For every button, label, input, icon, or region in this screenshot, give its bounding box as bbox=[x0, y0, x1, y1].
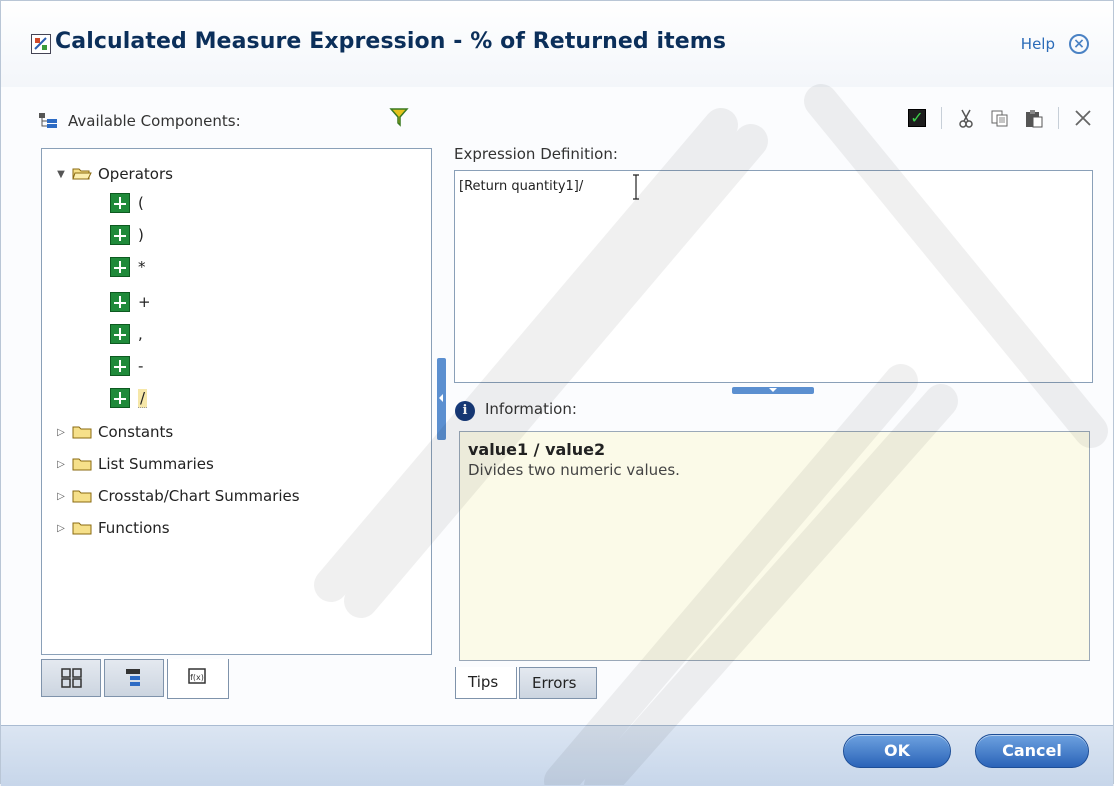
data-objects-icon bbox=[61, 668, 82, 688]
tab-hierarchy[interactable] bbox=[104, 659, 164, 697]
operator-icon bbox=[110, 225, 130, 245]
tree-item-close-paren[interactable]: ) bbox=[110, 222, 144, 248]
cut-icon[interactable] bbox=[956, 108, 976, 128]
svg-text:f(x): f(x) bbox=[190, 673, 204, 682]
components-tree: ▼ Operators ( ) * + , - / ▷ Constants ▷ … bbox=[41, 148, 432, 655]
operator-icon bbox=[110, 388, 130, 408]
function-signature: value1 / value2 bbox=[468, 440, 606, 459]
tab-functions[interactable]: f(x) bbox=[167, 659, 229, 699]
folder-icon bbox=[72, 521, 92, 535]
ok-button[interactable]: OK bbox=[843, 734, 951, 768]
paste-icon[interactable] bbox=[1024, 108, 1044, 128]
collapse-arrow-icon[interactable]: ▷ bbox=[54, 459, 68, 470]
components-tree-icon bbox=[38, 112, 58, 130]
tab-errors[interactable]: Errors bbox=[519, 667, 597, 699]
tree-node-label: Functions bbox=[98, 519, 170, 537]
information-label: Information: bbox=[485, 400, 577, 418]
function-description: Divides two numeric values. bbox=[468, 461, 680, 479]
tree-node-label: Constants bbox=[98, 423, 174, 441]
collapse-arrow-icon[interactable]: ▷ bbox=[54, 523, 68, 534]
filter-icon[interactable] bbox=[389, 107, 409, 127]
info-icon: i bbox=[455, 401, 475, 421]
folder-icon bbox=[72, 457, 92, 471]
operator-icon bbox=[110, 324, 130, 344]
expand-arrow-icon[interactable]: ▼ bbox=[54, 169, 68, 180]
expression-editor[interactable]: [Return quantity1]/ bbox=[454, 170, 1093, 383]
toolbar-separator bbox=[941, 107, 942, 129]
cancel-button[interactable]: Cancel bbox=[975, 734, 1089, 768]
tree-item-comma[interactable]: , bbox=[110, 321, 143, 347]
close-icon[interactable]: × bbox=[1069, 34, 1089, 54]
tree-item-open-paren[interactable]: ( bbox=[110, 190, 144, 216]
vertical-splitter-handle[interactable] bbox=[437, 358, 446, 440]
validate-check-icon[interactable]: ✓ bbox=[907, 108, 927, 128]
tree-node-label: Crosstab/Chart Summaries bbox=[98, 487, 300, 505]
operator-icon bbox=[110, 292, 130, 312]
operator-label: * bbox=[138, 258, 146, 276]
dialog-title: Calculated Measure Expression - % of Ret… bbox=[55, 29, 727, 54]
tree-item-multiply[interactable]: * bbox=[110, 254, 146, 280]
operator-label: - bbox=[138, 357, 144, 375]
calculated-measure-dialog: Calculated Measure Expression - % of Ret… bbox=[0, 0, 1114, 786]
tree-item-plus[interactable]: + bbox=[110, 289, 151, 315]
operator-icon bbox=[110, 193, 130, 213]
tree-item-minus[interactable]: - bbox=[110, 353, 143, 379]
operator-icon bbox=[110, 257, 130, 277]
available-components-label: Available Components: bbox=[68, 112, 241, 130]
folder-icon bbox=[72, 489, 92, 503]
operator-label: ( bbox=[138, 194, 144, 212]
operator-icon bbox=[110, 356, 130, 376]
information-panel: value1 / value2 Divides two numeric valu… bbox=[459, 431, 1090, 661]
operator-label: ) bbox=[138, 226, 144, 244]
operator-label-selected: / bbox=[138, 388, 148, 408]
hierarchy-icon bbox=[126, 669, 140, 686]
folder-icon bbox=[72, 425, 92, 439]
tree-node-label: Operators bbox=[98, 165, 173, 183]
tree-node-operators[interactable]: ▼ Operators bbox=[54, 161, 173, 187]
text-cursor-icon bbox=[631, 173, 641, 201]
tab-data-objects[interactable] bbox=[41, 659, 101, 697]
expression-toolbar: ✓ bbox=[907, 105, 1093, 131]
tree-node-functions[interactable]: ▷ Functions bbox=[54, 515, 170, 541]
operator-label: , bbox=[138, 325, 143, 343]
help-link[interactable]: Help bbox=[1021, 35, 1055, 53]
horizontal-splitter-handle[interactable] bbox=[732, 387, 814, 394]
tree-node-list-summaries[interactable]: ▷ List Summaries bbox=[54, 451, 214, 477]
operator-label: + bbox=[138, 293, 151, 311]
tree-node-constants[interactable]: ▷ Constants bbox=[54, 419, 173, 445]
function-icon: f(x) bbox=[188, 668, 206, 684]
collapse-arrow-icon[interactable]: ▷ bbox=[54, 491, 68, 502]
expression-definition-label: Expression Definition: bbox=[454, 145, 618, 163]
collapse-arrow-icon[interactable]: ▷ bbox=[54, 427, 68, 438]
copy-icon[interactable] bbox=[990, 108, 1010, 128]
tree-node-label: List Summaries bbox=[98, 455, 214, 473]
toolbar-separator bbox=[1058, 107, 1059, 129]
tab-tips[interactable]: Tips bbox=[455, 667, 517, 699]
folder-open-icon bbox=[72, 167, 92, 181]
tree-node-crosstab-chart-summaries[interactable]: ▷ Crosstab/Chart Summaries bbox=[54, 483, 300, 509]
title-bar: Calculated Measure Expression - % of Ret… bbox=[1, 1, 1113, 87]
expression-editor-icon bbox=[31, 34, 51, 54]
clear-icon[interactable] bbox=[1073, 108, 1093, 128]
tree-item-divide[interactable]: / bbox=[110, 385, 148, 411]
